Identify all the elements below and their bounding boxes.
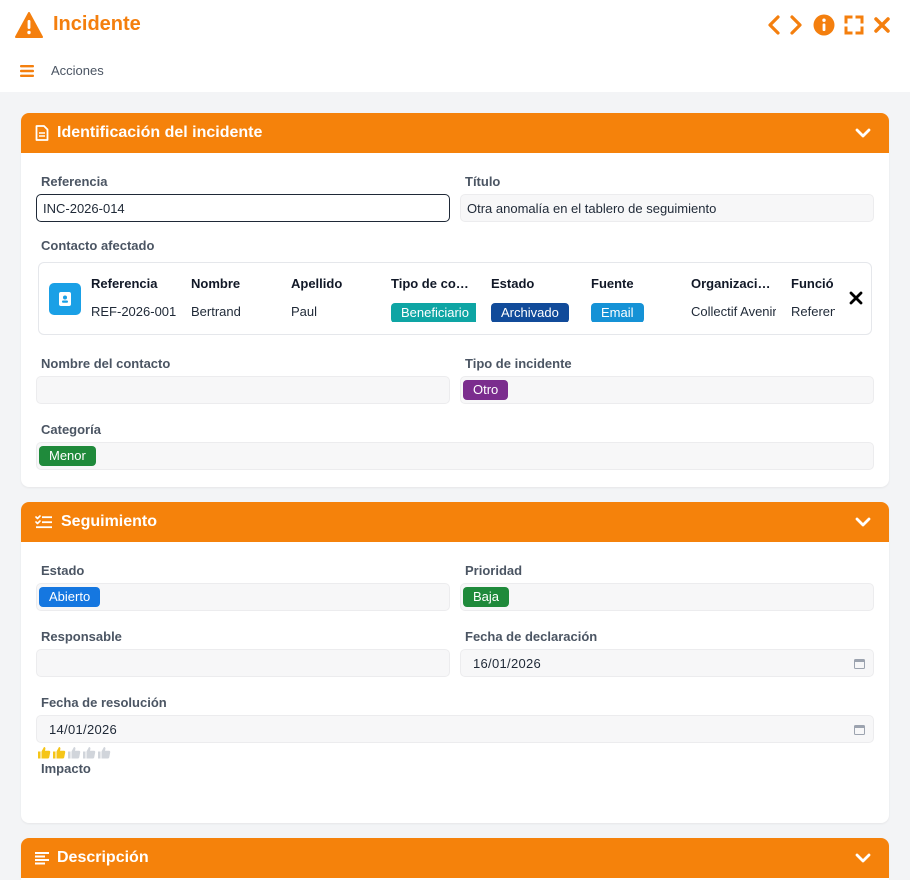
contact-col-fuente: Fuente Email xyxy=(591,276,676,322)
contact-header-tipo: Tipo de co… xyxy=(391,276,469,291)
previous-button[interactable] xyxy=(762,13,786,37)
text-align-icon xyxy=(35,852,49,865)
responsable-input[interactable] xyxy=(36,649,450,677)
contact-header-estado: Estado xyxy=(491,276,535,291)
section-seguimiento: Seguimiento Estado Abierto Prioridad Baj… xyxy=(21,502,889,823)
chevron-left-icon xyxy=(768,15,780,35)
document-icon xyxy=(35,125,49,141)
titulo-value: Otra anomalía en el tablero de seguimien… xyxy=(467,200,717,216)
close-button[interactable] xyxy=(870,13,894,37)
nombre-contacto-label: Nombre del contacto xyxy=(41,356,171,371)
contact-header-fuente: Fuente xyxy=(591,276,634,291)
contacto-afectado-label: Contacto afectado xyxy=(41,238,155,253)
estado-label: Estado xyxy=(41,563,85,578)
thumbs-up-filled-icon[interactable] xyxy=(37,746,51,759)
fecha-resolucion-value: 14/01/2026 xyxy=(49,721,118,737)
referencia-value: INC-2026-014 xyxy=(43,200,125,216)
contact-header-funcion: Funció xyxy=(791,276,834,291)
fecha-resolucion-label: Fecha de resolución xyxy=(41,695,167,710)
section-seguimiento-title: Seguimiento xyxy=(61,513,158,530)
prioridad-label: Prioridad xyxy=(465,563,523,578)
estado-tag: Abierto xyxy=(39,587,101,607)
estado-select[interactable]: Abierto xyxy=(36,583,450,611)
warning-icon xyxy=(15,12,43,38)
contact-col-referencia: Referencia REF-2026-001 xyxy=(91,276,176,322)
categoria-tag: Menor xyxy=(39,446,96,466)
impacto-rating[interactable] xyxy=(37,746,111,759)
info-button[interactable] xyxy=(812,13,836,37)
titulo-label: Título xyxy=(465,174,501,189)
contact-card[interactable]: Referencia REF-2026-001 Nombre Bertrand … xyxy=(38,262,872,335)
contact-card-icon xyxy=(49,283,81,315)
thumbs-up-empty-icon[interactable] xyxy=(82,746,96,759)
contact-tipo-tag: Beneficiario xyxy=(391,303,476,322)
fecha-declaracion-label: Fecha de declaración xyxy=(465,629,598,644)
menu-icon xyxy=(20,64,34,77)
calendar-icon[interactable] xyxy=(854,724,865,735)
contact-col-estado: Estado Archivado xyxy=(491,276,576,322)
contact-value-organizacion: Collectif Avenir xyxy=(691,304,776,319)
chevron-down-icon[interactable] xyxy=(855,125,871,141)
fecha-declaracion-input[interactable]: 16/01/2026 xyxy=(460,649,874,677)
calendar-icon[interactable] xyxy=(854,658,865,669)
tipo-incidente-tag: Otro xyxy=(463,380,509,400)
categoria-label: Categoría xyxy=(41,422,101,437)
chevron-right-icon xyxy=(790,15,802,35)
chevron-down-icon[interactable] xyxy=(855,514,871,530)
info-icon xyxy=(813,14,835,36)
section-descripcion: Descripción xyxy=(21,838,889,880)
prioridad-select[interactable]: Baja xyxy=(460,583,874,611)
remove-contact-icon[interactable] xyxy=(849,291,863,305)
prioridad-tag: Baja xyxy=(463,587,510,607)
impacto-label: Impacto xyxy=(41,761,91,776)
fullscreen-button[interactable] xyxy=(842,13,866,37)
referencia-input[interactable]: INC-2026-014 xyxy=(36,194,450,222)
fullscreen-icon xyxy=(844,15,864,35)
close-icon xyxy=(874,17,890,33)
categoria-select[interactable]: Menor xyxy=(36,442,874,470)
responsable-label: Responsable xyxy=(41,629,122,644)
actions-label: Acciones xyxy=(51,63,104,78)
contact-value-referencia: REF-2026-001 xyxy=(91,304,176,319)
contact-col-organizacion: Organizaci… Collectif Avenir xyxy=(691,276,776,322)
fecha-resolucion-input[interactable]: 14/01/2026 xyxy=(36,715,874,743)
section-seguimiento-header[interactable]: Seguimiento xyxy=(21,502,889,542)
tipo-incidente-label: Tipo de incidente xyxy=(465,356,572,371)
referencia-label: Referencia xyxy=(41,174,108,189)
contact-estado-tag: Archivado xyxy=(491,303,569,322)
contact-header-nombre: Nombre xyxy=(191,276,241,291)
nombre-contacto-input[interactable] xyxy=(36,376,450,404)
contact-header-apellido: Apellido xyxy=(291,276,343,291)
section-identification: Identificación del incidente Referencia … xyxy=(21,113,889,487)
thumbs-up-empty-icon[interactable] xyxy=(67,746,81,759)
tipo-incidente-select[interactable]: Otro xyxy=(460,376,874,404)
contact-col-nombre: Nombre Bertrand xyxy=(191,276,276,322)
contact-col-funcion: Funció Referente xyxy=(791,276,835,322)
section-descripcion-header[interactable]: Descripción xyxy=(21,838,889,878)
contact-header-organizacion: Organizaci… xyxy=(691,276,771,291)
contact-value-funcion: Referente xyxy=(791,304,835,319)
actions-menu[interactable]: Acciones xyxy=(20,63,104,78)
thumbs-up-empty-icon[interactable] xyxy=(97,746,111,759)
section-identification-header[interactable]: Identificación del incidente xyxy=(21,113,889,153)
section-descripcion-title: Descripción xyxy=(57,849,149,866)
contact-fuente-tag: Email xyxy=(591,303,644,322)
titulo-input[interactable]: Otra anomalía en el tablero de seguimien… xyxy=(460,194,874,222)
contact-col-tipo: Tipo de co… Beneficiario xyxy=(391,276,476,322)
checklist-icon xyxy=(35,515,52,529)
window-title: Incidente xyxy=(53,13,141,35)
chevron-down-icon[interactable] xyxy=(855,850,871,866)
section-identification-title: Identificación del incidente xyxy=(57,124,263,141)
window-header: Incidente Acciones xyxy=(0,0,910,92)
fecha-declaracion-value: 16/01/2026 xyxy=(473,655,542,671)
thumbs-up-filled-icon[interactable] xyxy=(52,746,66,759)
next-button[interactable] xyxy=(784,13,808,37)
contact-col-apellido: Apellido Paul xyxy=(291,276,376,322)
contact-value-nombre: Bertrand xyxy=(191,304,241,319)
contact-value-apellido: Paul xyxy=(291,304,318,319)
contact-header-referencia: Referencia xyxy=(91,276,158,291)
